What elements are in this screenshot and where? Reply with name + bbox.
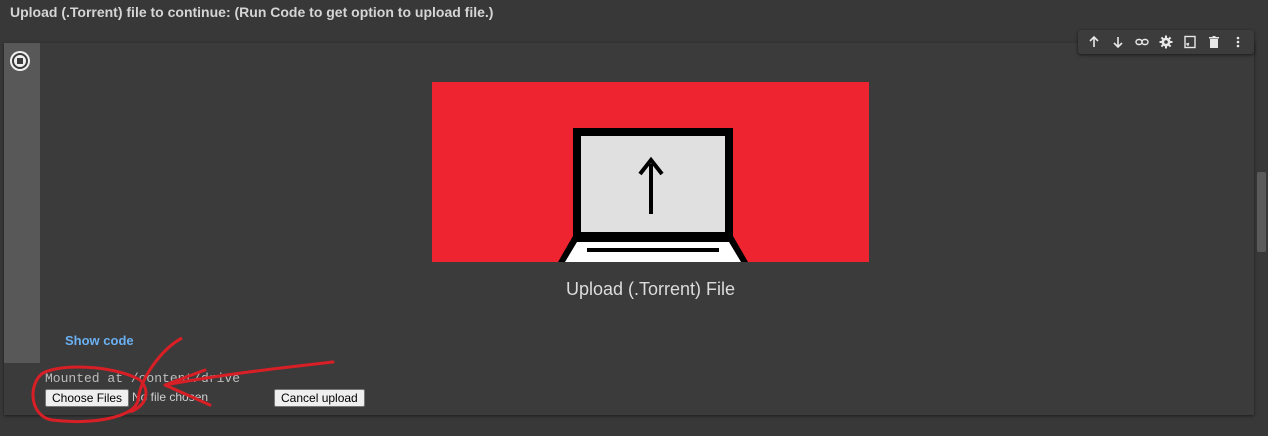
more-vert-icon[interactable] bbox=[1226, 30, 1250, 54]
show-code-link[interactable]: Show code bbox=[65, 333, 134, 348]
link-icon[interactable] bbox=[1130, 30, 1154, 54]
stop-execution-button[interactable] bbox=[10, 51, 30, 71]
arrow-up-icon[interactable] bbox=[1082, 30, 1106, 54]
mirror-cell-icon[interactable] bbox=[1178, 30, 1202, 54]
page-scrollbar[interactable] bbox=[1257, 172, 1266, 252]
trash-icon[interactable] bbox=[1202, 30, 1226, 54]
upload-banner-image bbox=[432, 82, 869, 262]
cell-output-text: Mounted at /content/drive bbox=[45, 371, 241, 386]
cell-gutter bbox=[4, 43, 40, 363]
section-heading: Upload (.Torrent) file to continue: (Run… bbox=[10, 4, 494, 20]
laptop-upload-icon bbox=[558, 128, 748, 262]
gear-icon[interactable] bbox=[1154, 30, 1178, 54]
arrow-down-icon[interactable] bbox=[1106, 30, 1130, 54]
no-file-status: No file chosen bbox=[132, 390, 209, 404]
upload-title: Upload (.Torrent) File bbox=[565, 279, 736, 299]
code-cell: Upload (.Torrent) File Show code Mounted… bbox=[4, 30, 1254, 415]
cell-toolbar bbox=[1078, 30, 1254, 54]
choose-files-button[interactable]: Choose Files bbox=[45, 389, 130, 407]
cancel-upload-button[interactable]: Cancel upload bbox=[274, 389, 365, 407]
